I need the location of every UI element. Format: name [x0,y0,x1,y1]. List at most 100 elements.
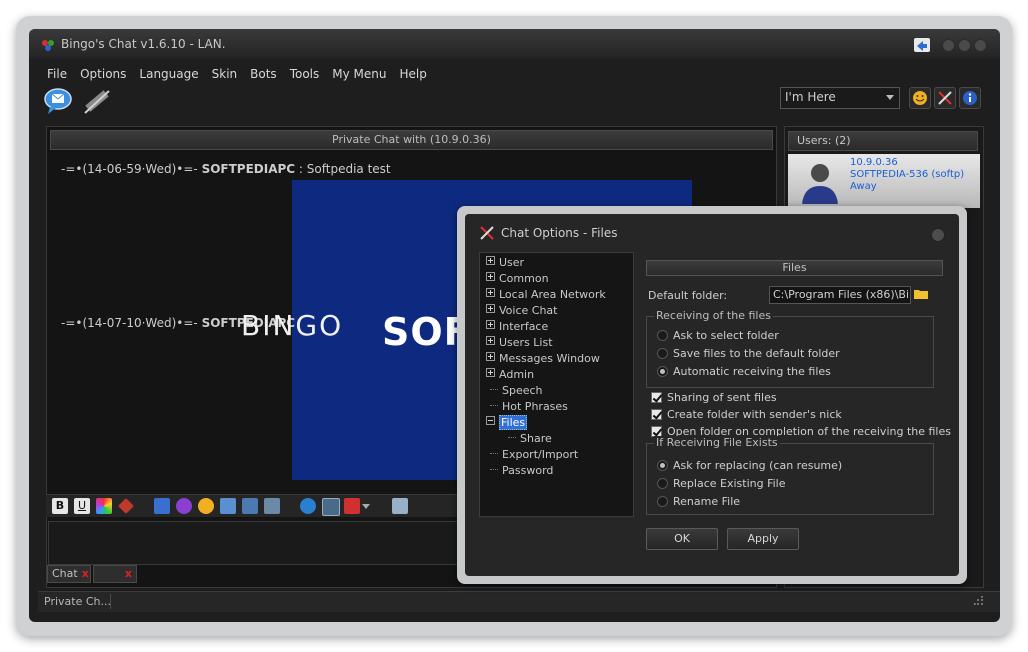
tree-item-lan[interactable]: Local Area Network [486,288,606,301]
tree-item-user[interactable]: User [486,256,524,269]
radio-label: Save files to the default folder [673,347,840,360]
close-button[interactable] [974,39,987,52]
menu-tools[interactable]: Tools [284,67,327,85]
color-palette-icon[interactable] [96,498,112,514]
expand-icon[interactable] [486,336,495,345]
window-title: Bingo's Chat v1.6.10 - LAN. [61,37,226,51]
tree-item-share[interactable]: Share [508,432,552,445]
tools-icon [938,91,952,105]
checkbox-sharing-sent-files[interactable] [651,392,662,403]
minimize-button[interactable] [942,39,955,52]
info-button[interactable] [959,87,981,109]
user-ip: 10.9.0.36 [850,157,898,168]
message-input[interactable] [48,521,480,565]
smiley-button[interactable] [909,87,931,109]
send-mail-icon[interactable] [392,498,408,514]
expand-icon[interactable] [486,272,495,281]
radio-label: Automatic receiving the files [673,365,831,378]
tree-item-files[interactable]: Files [486,415,528,430]
maximize-button[interactable] [958,39,971,52]
chat-message: -=•(14-06-59·Wed)•=- SOFTPEDIAPC : Softp… [61,162,391,176]
menu-file[interactable]: File [41,67,74,85]
refresh-icon[interactable] [300,498,316,514]
tree-item-admin[interactable]: Admin [486,368,534,381]
radio-ask-select-folder[interactable] [657,330,668,341]
resize-grip-icon[interactable] [974,596,984,606]
checkbox-create-folder-nick[interactable] [651,409,662,420]
download-icon[interactable] [322,498,340,516]
format-toolbar: B U [46,494,476,517]
menu-language[interactable]: Language [133,67,205,85]
apply-button[interactable]: Apply [727,528,799,550]
tree-item-export-import[interactable]: Export/Import [490,448,578,461]
browser-icon[interactable] [154,498,170,514]
folder-icon[interactable] [913,286,929,302]
collapse-icon[interactable] [486,416,495,425]
tree-item-messages-window[interactable]: Messages Window [486,352,600,365]
radio-rename-file[interactable] [657,496,668,507]
tab-chat-label: Chat [52,567,78,580]
expand-icon[interactable] [486,352,495,361]
underline-icon[interactable]: U [74,498,90,514]
expand-icon[interactable] [486,320,495,329]
dialog-close-button[interactable] [931,228,945,242]
user-nick: SOFTPEDIA-536 (softp) [850,169,965,180]
tab-chat[interactable]: Chat x [47,565,91,583]
user-list-item[interactable]: 10.9.0.36 SOFTPEDIA-536 (softp) Away [788,154,980,208]
emoji-icon[interactable] [198,498,214,514]
radio-save-default-folder[interactable] [657,348,668,359]
bold-icon[interactable]: B [52,498,68,514]
menu-help[interactable]: Help [393,67,433,85]
message-nick[interactable]: SOFTPEDIAPC [202,162,296,176]
avatar [802,164,838,204]
close-icon[interactable]: x [82,567,89,580]
radio-auto-receive[interactable] [657,366,668,377]
group-title: Receiving of the files [654,309,773,322]
menu-bots[interactable]: Bots [244,67,284,85]
file-icon[interactable] [344,498,360,514]
tree-item-speech[interactable]: Speech [490,384,543,397]
user-status: Away [850,181,877,192]
tree-item-users-list[interactable]: Users List [486,336,553,349]
sticker-icon[interactable] [176,498,192,514]
radio-label: Ask to select folder [673,329,779,342]
expand-icon[interactable] [486,256,495,265]
tree-item-voice-chat[interactable]: Voice Chat [486,304,557,317]
radio-ask-replace[interactable] [657,460,668,471]
menu-skin[interactable]: Skin [206,67,245,85]
tools-button[interactable] [934,87,956,109]
status-select[interactable]: I'm Here [780,87,900,109]
chevron-down-icon[interactable] [362,504,370,509]
expand-icon[interactable] [486,304,495,313]
tree-item-common[interactable]: Common [486,272,549,285]
menu-options[interactable]: Options [74,67,133,85]
close-icon[interactable]: x [125,567,132,580]
checkbox-label: Sharing of sent files [667,391,777,404]
menu-bar: File Options Language Skin Bots Tools My… [41,67,434,85]
title-bar[interactable]: Bingo's Chat v1.6.10 - LAN. [29,29,1000,59]
expand-icon[interactable] [486,288,495,297]
message-time: -=•(14-06-59·Wed)•=- [61,162,202,176]
tab-private-chat[interactable]: x [93,565,137,583]
radio-replace-existing[interactable] [657,478,668,489]
image-icon[interactable] [242,498,258,514]
status-text: Private Ch... [44,595,111,608]
rocket-icon[interactable] [118,498,134,514]
status-select-value: I'm Here [785,90,836,104]
dialog-body: Chat Options - Files User Common Local A… [465,214,959,576]
tree-item-interface[interactable]: Interface [486,320,548,333]
pin-icon[interactable] [914,38,930,52]
message-bubble-icon[interactable] [43,87,73,115]
message-time: -=•(14-07-10·Wed)•=- [61,316,202,330]
screen-icon[interactable] [264,498,280,514]
menu-my-menu[interactable]: My Menu [326,67,393,85]
gear-icon[interactable] [220,498,236,514]
expand-icon[interactable] [486,368,495,377]
ok-button[interactable]: OK [646,528,718,550]
tree-item-hot-phrases[interactable]: Hot Phrases [490,400,568,413]
tree-item-password[interactable]: Password [490,464,553,477]
checkbox-label: Create folder with sender's nick [667,408,842,421]
satellite-icon[interactable] [81,87,113,117]
chat-options-dialog: Chat Options - Files User Common Local A… [457,206,967,584]
default-folder-input[interactable]: C:\Program Files (x86)\Bingo' [769,286,911,304]
